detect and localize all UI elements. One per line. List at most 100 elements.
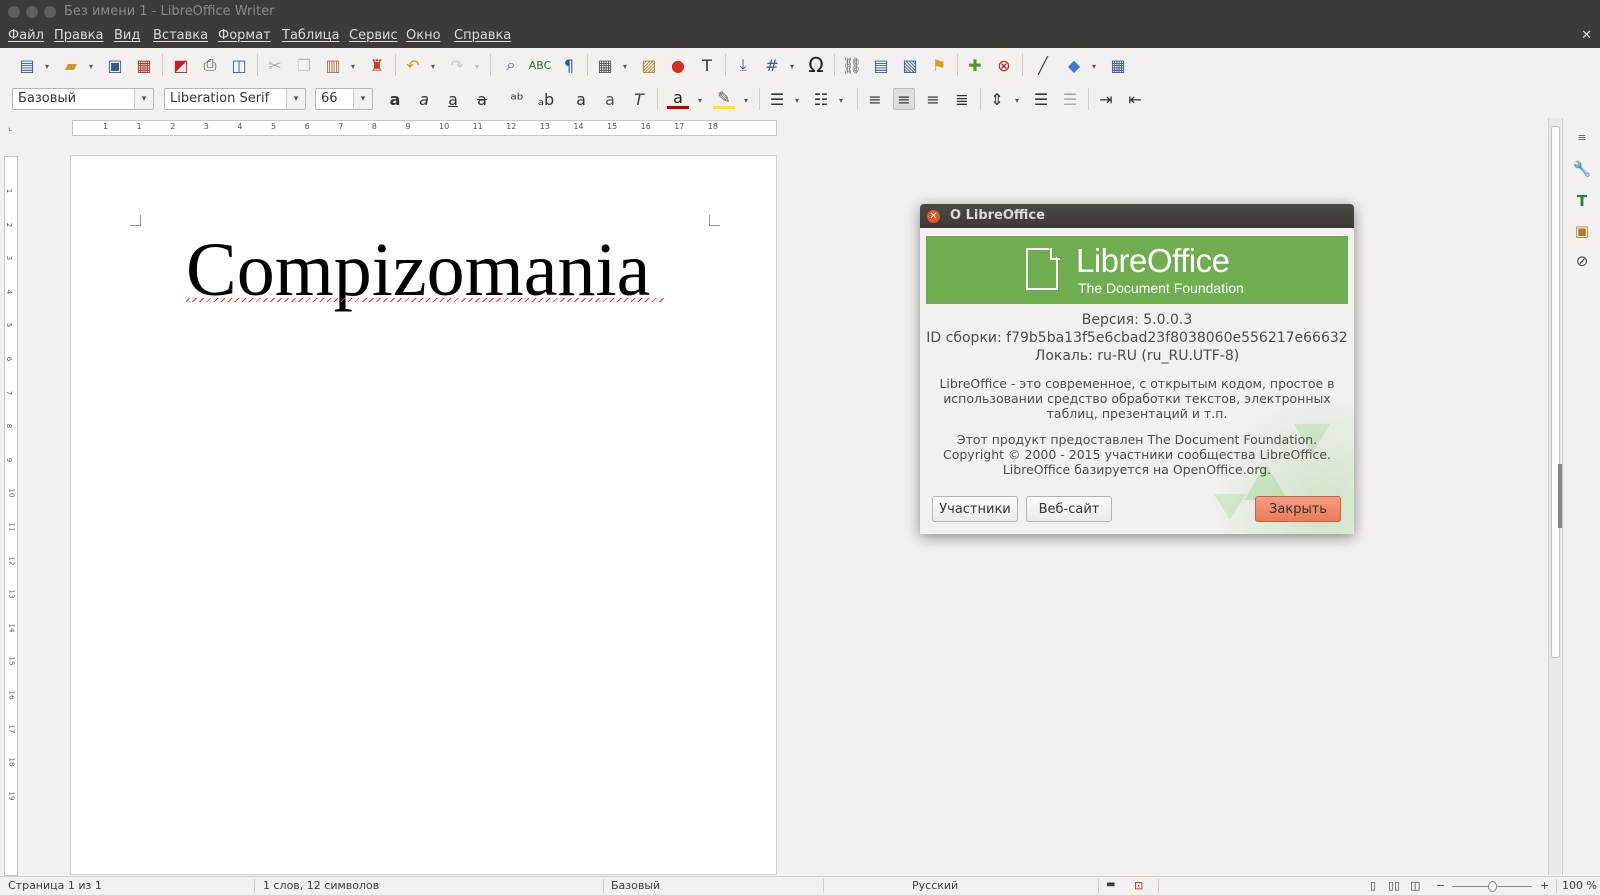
open-folder-icon[interactable]: ▰ — [60, 54, 82, 76]
menu-tools[interactable]: Сервис — [349, 28, 398, 43]
justify-icon[interactable]: ≣ — [951, 88, 973, 110]
chevron-down-icon[interactable]: ▾ — [1092, 62, 1096, 71]
chevron-down-icon[interactable]: ▾ — [795, 96, 799, 105]
font-size-combo[interactable]: 66 ▾ — [315, 88, 373, 110]
menu-edit[interactable]: Правка — [54, 28, 103, 43]
draw-functions-icon[interactable]: ▦ — [1107, 54, 1129, 76]
font-color-icon[interactable]: a — [667, 88, 689, 109]
basic-shapes-icon[interactable]: ◆ — [1063, 54, 1085, 76]
window-maximize-icon[interactable] — [44, 6, 56, 18]
multi-page-view-icon[interactable]: ▯▯ — [1388, 879, 1400, 892]
book-view-icon[interactable]: ◫ — [1410, 879, 1420, 892]
font-name-combo[interactable]: Liberation Serif ▾ — [164, 88, 306, 110]
insert-comment-icon[interactable]: ✚ — [964, 54, 986, 76]
chevron-down-icon[interactable]: ▾ — [353, 89, 372, 109]
chevron-down-icon[interactable]: ▾ — [45, 62, 49, 71]
close-document-icon[interactable]: ✕ — [1581, 28, 1592, 43]
superscript-icon[interactable]: ᵃᵇ — [506, 88, 528, 110]
chevron-down-icon[interactable]: ▾ — [134, 89, 153, 109]
scrollbar-thumb[interactable] — [1551, 126, 1560, 658]
website-button[interactable]: Веб-сайт — [1026, 496, 1112, 522]
formatting-marks-icon[interactable]: ¶ — [558, 54, 580, 76]
vertical-ruler[interactable]: 1 2 3 4 5 6 7 8 9 10 11 12 13 14 15 16 17 18 19 — [4, 156, 18, 876]
zoom-level[interactable]: 100 % — [1562, 879, 1597, 892]
shadow-icon[interactable]: a — [570, 88, 592, 110]
menu-format[interactable]: Формат — [218, 28, 271, 43]
insert-image-icon[interactable]: ▨ — [638, 54, 660, 76]
gallery-icon[interactable]: ▣ — [1571, 220, 1593, 242]
tab-stop-icon[interactable]: ⌞ — [8, 123, 12, 133]
bookmark-icon[interactable]: ⚑ — [928, 54, 950, 76]
clear-formatting-icon[interactable]: T — [628, 88, 650, 110]
numbering-icon[interactable]: ☷ — [810, 88, 832, 110]
menu-table[interactable]: Таблица — [282, 28, 340, 43]
copy-icon[interactable]: ❐ — [293, 54, 315, 76]
increase-spacing-icon[interactable]: ☰ — [1030, 88, 1052, 110]
navigator-icon[interactable]: ⊘ — [1571, 250, 1593, 272]
print-icon[interactable]: ⎙ — [199, 54, 221, 76]
spellcheck-icon[interactable]: ABC — [529, 54, 552, 76]
new-document-icon[interactable]: ▤ — [16, 54, 38, 76]
zoom-in-icon[interactable]: + — [1540, 879, 1549, 892]
insert-field-icon[interactable]: # — [761, 54, 783, 76]
align-center-icon[interactable]: ≡ — [893, 88, 915, 110]
zoom-slider-thumb[interactable] — [1488, 881, 1497, 892]
menu-insert[interactable]: Вставка — [153, 28, 208, 43]
footnote-icon[interactable]: ▤ — [870, 54, 892, 76]
export-pdf-icon[interactable]: ◩ — [170, 54, 192, 76]
find-replace-icon[interactable]: ⌕ — [500, 54, 522, 76]
document-page[interactable]: Compizomania — [70, 155, 777, 875]
chevron-down-icon[interactable]: ▾ — [286, 89, 305, 109]
menu-file[interactable]: Файл — [8, 28, 44, 43]
hyperlink-icon[interactable]: ⛓ — [841, 54, 863, 76]
line-icon[interactable]: ╱ — [1032, 54, 1054, 76]
insert-mode-icon[interactable]: ▬ — [1106, 879, 1115, 890]
bold-icon[interactable]: a — [384, 88, 406, 110]
chevron-down-icon[interactable]: ▾ — [623, 62, 627, 71]
save-icon[interactable]: ▣ — [104, 54, 126, 76]
cut-icon[interactable]: ✂ — [264, 54, 286, 76]
window-close-icon[interactable] — [8, 6, 20, 18]
strikethrough-icon[interactable]: a — [471, 88, 493, 110]
menu-help[interactable]: Справка — [454, 28, 511, 43]
undo-icon[interactable]: ↶ — [402, 54, 424, 76]
outline-icon[interactable]: a — [599, 88, 621, 110]
clone-formatting-icon[interactable]: ♜ — [366, 54, 388, 76]
word-count[interactable]: 1 слов, 12 символов — [263, 879, 379, 892]
increase-indent-icon[interactable]: ⇥ — [1095, 88, 1117, 110]
chevron-down-icon[interactable]: ▾ — [475, 62, 479, 71]
insert-textbox-icon[interactable]: T — [696, 54, 718, 76]
chevron-down-icon[interactable]: ▾ — [1015, 96, 1019, 105]
track-changes-icon[interactable]: ⊗ — [993, 54, 1015, 76]
chevron-down-icon[interactable]: ▾ — [698, 96, 702, 105]
page-style-indicator[interactable]: Базовый — [611, 879, 660, 892]
page-break-icon[interactable]: ⤓ — [732, 54, 754, 76]
zoom-out-icon[interactable]: − — [1436, 879, 1445, 892]
line-spacing-icon[interactable]: ⇕ — [986, 88, 1008, 110]
insert-table-icon[interactable]: ▦ — [594, 54, 616, 76]
chevron-down-icon[interactable]: ▾ — [89, 62, 93, 71]
dialog-close-icon[interactable]: ✕ — [927, 210, 940, 223]
italic-icon[interactable]: a — [413, 88, 435, 110]
print-preview-icon[interactable]: ◫ — [228, 54, 250, 76]
page-indicator[interactable]: Страница 1 из 1 — [8, 879, 102, 892]
menu-window[interactable]: Окно — [406, 28, 441, 43]
underline-icon[interactable]: a — [442, 88, 464, 110]
chevron-down-icon[interactable]: ▾ — [744, 96, 748, 105]
credits-button[interactable]: Участники — [932, 496, 1018, 522]
redo-icon[interactable]: ↷ — [446, 54, 468, 76]
save-as-icon[interactable]: ▦ — [133, 54, 155, 76]
chevron-down-icon[interactable]: ▾ — [790, 62, 794, 71]
document-text[interactable]: Compizomania — [186, 232, 650, 308]
document-modified-icon[interactable]: ⊡ — [1134, 879, 1143, 892]
cross-reference-icon[interactable]: ▧ — [899, 54, 921, 76]
decrease-indent-icon[interactable]: ⇤ — [1124, 88, 1146, 110]
highlight-color-icon[interactable]: ✎ — [713, 88, 735, 109]
paragraph-style-combo[interactable]: Базовый ▾ — [12, 88, 154, 110]
sidebar-menu-icon[interactable]: ≡ — [1571, 126, 1593, 148]
chevron-down-icon[interactable]: ▾ — [839, 96, 843, 105]
align-left-icon[interactable]: ≡ — [864, 88, 886, 110]
language-indicator[interactable]: Русский — [912, 879, 958, 892]
horizontal-ruler[interactable]: 1 1 2 3 4 5 6 7 8 9 10 11 12 13 14 15 16 17 18 — [72, 120, 777, 136]
paste-icon[interactable]: ▥ — [322, 54, 344, 76]
